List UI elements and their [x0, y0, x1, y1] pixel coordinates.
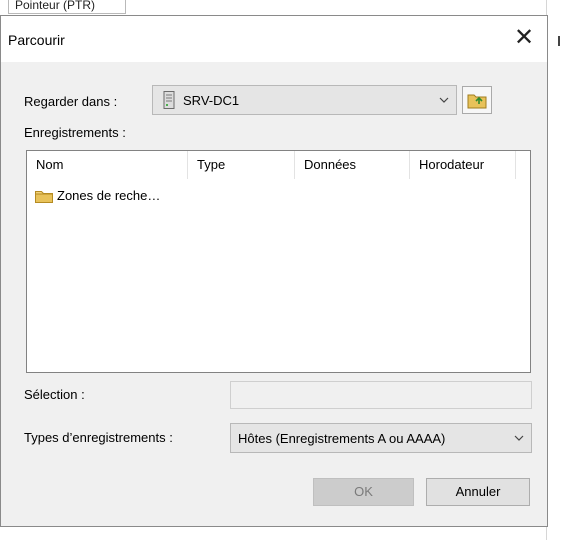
background-cursor-mark — [558, 36, 560, 46]
list-item-label: Zones de reche… — [57, 188, 161, 203]
close-button[interactable]: ✕ — [507, 22, 541, 56]
chevron-down-icon — [439, 97, 449, 103]
look-in-value: SRV-DC1 — [183, 93, 240, 108]
browse-dialog: Parcourir ✕ Regarder dans : SRV-DC1 Enre… — [0, 15, 548, 527]
selection-label: Sélection : — [24, 387, 85, 402]
close-icon: ✕ — [513, 24, 535, 51]
column-header-type[interactable]: Type — [188, 151, 294, 179]
background-tab: Pointeur (PTR) — [8, 0, 126, 14]
chevron-down-icon — [514, 435, 524, 441]
up-folder-button[interactable] — [462, 86, 492, 114]
cancel-button[interactable]: Annuler — [426, 478, 530, 506]
dialog-title: Parcourir — [8, 32, 65, 48]
look-in-dropdown[interactable]: SRV-DC1 — [152, 85, 457, 115]
column-header-data[interactable]: Données — [295, 151, 409, 179]
records-list[interactable]: Nom Type Données Horodateur Zones de rec… — [26, 150, 531, 373]
column-header-timestamp[interactable]: Horodateur — [410, 151, 515, 179]
server-icon — [163, 91, 175, 109]
records-label: Enregistrements : — [24, 125, 126, 140]
record-types-label: Types d’enregistrements : — [24, 430, 173, 445]
column-header-name[interactable]: Nom — [27, 151, 188, 179]
selection-field — [230, 381, 532, 409]
folder-icon — [35, 191, 53, 203]
record-types-value: Hôtes (Enregistrements A ou AAAA) — [238, 431, 446, 446]
record-types-dropdown[interactable]: Hôtes (Enregistrements A ou AAAA) — [230, 423, 532, 453]
background-tab-label: Pointeur (PTR) — [15, 0, 96, 12]
up-folder-icon — [467, 94, 487, 109]
look-in-label: Regarder dans : — [24, 94, 118, 109]
column-separator[interactable] — [515, 151, 516, 179]
title-bar: Parcourir ✕ — [1, 16, 547, 62]
ok-button[interactable]: OK — [313, 478, 414, 506]
